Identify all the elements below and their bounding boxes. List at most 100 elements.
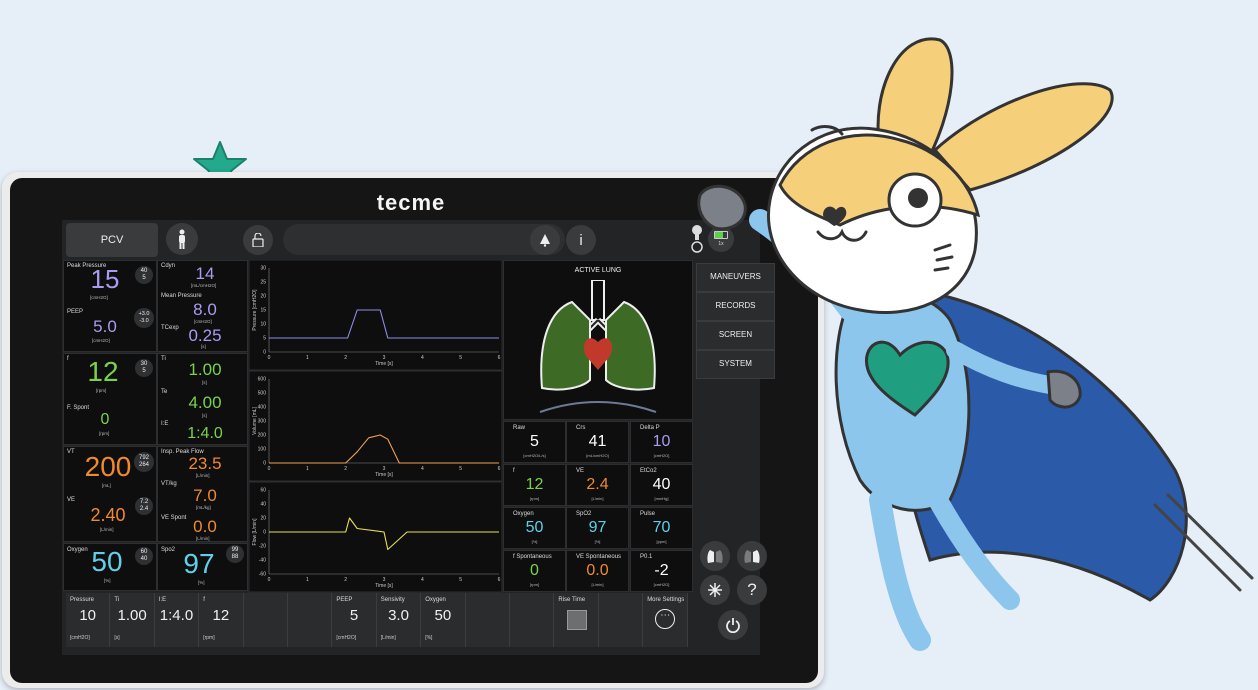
vt-limits: 792 264 [134, 452, 154, 472]
x-tick-label: 2 [344, 355, 347, 361]
waveform-charts: 0510152025300 1 2 3 4 5 6Time [s]Pressure [cmH… [249, 260, 502, 593]
metric-label: VE [576, 468, 585, 474]
mode-button[interactable]: PCV [66, 223, 158, 257]
setting-oxygen[interactable]: Oxygen 50 [%] [421, 593, 466, 647]
chart-panel [249, 481, 502, 593]
y-axis-label: Flow [L/min] [252, 518, 258, 546]
metric-label: Delta P [640, 425, 660, 431]
lock-button[interactable] [243, 225, 273, 255]
x-tick-label: 1 [306, 577, 309, 583]
setting-unit: [L/min] [380, 635, 396, 641]
peak-pressure-value: 15 [90, 264, 120, 294]
setting-i-e[interactable]: I:E 1:4.0 [154, 593, 200, 647]
x-tick-label: 0 [268, 577, 271, 583]
setting-value: 12 [212, 607, 230, 624]
x-tick-label: 2 [344, 466, 347, 472]
x-tick-label: 6 [498, 577, 501, 583]
chart-panel [249, 370, 502, 482]
setting-label: More Settings [647, 597, 685, 603]
mean-pressure-value: 8.0 [193, 300, 217, 319]
x-tick-label: 5 [459, 577, 462, 583]
oxygen-limit-low: 40 [140, 556, 148, 562]
metric-label: P0.1 [640, 554, 653, 560]
metric-value: 10 [652, 433, 671, 450]
vt-unit: [mL] [102, 483, 111, 488]
metric-value: 41 [588, 433, 607, 450]
setting-peep[interactable]: PEEP 5 [cmH2O] [332, 593, 377, 647]
metric-label: SpO2 [576, 511, 592, 517]
setting-value: 5 [349, 607, 359, 624]
setting-unit: [rpm] [203, 635, 215, 641]
info-button[interactable]: i [566, 225, 596, 255]
peep-limit-high: +3.0 [138, 311, 150, 317]
mode-label: PCV [100, 234, 124, 246]
te-unit: [s] [202, 413, 207, 418]
y-tick-label: 0 [263, 461, 266, 467]
f-limit-high: 30 [140, 361, 148, 367]
peak-pressure-limit-low: 5 [142, 275, 146, 281]
ve-limit-low: 2.4 [139, 506, 149, 512]
y-tick-label: 5 [263, 336, 266, 342]
metric-value: 40 [652, 476, 671, 493]
setting-value: 3.0 [388, 607, 409, 624]
setting-empty [598, 593, 644, 647]
y-tick-label: 500 [258, 391, 267, 397]
metric-label: Pulse [640, 511, 656, 517]
setting-sensivity[interactable]: Sensivity 3.0 [L/min] [376, 593, 422, 647]
setting-label: Pressure [70, 597, 95, 603]
setting-value: 1.00 [117, 607, 147, 624]
setting-pressure[interactable]: Pressure 10 [cmH2O] [66, 593, 111, 647]
y-axis-label: Volume [mL] [252, 406, 258, 434]
setting-more-settings[interactable]: More Settings ⋯ [643, 593, 688, 647]
x-tick-label: 4 [421, 355, 424, 361]
peep-limits: +3.0 -3.0 [134, 308, 154, 328]
setting-value: 1:4.0 [159, 607, 194, 624]
f-limit-low: 5 [142, 368, 146, 374]
tcexp-unit: [s] [201, 344, 206, 349]
ve-value: 2.40 [90, 505, 126, 525]
y-tick-label: 0 [263, 350, 266, 356]
metric-unit: [cmH2O] [653, 453, 670, 458]
metric-label: Crs [576, 425, 586, 431]
setting-f[interactable]: f 12 [rpm] [199, 593, 244, 647]
ve-spont-unit: [L/min] [196, 536, 210, 541]
more-settings-icon: ⋯ [655, 609, 676, 629]
peep-unit: [cmH2O] [92, 338, 110, 343]
y-tick-label: 400 [258, 405, 267, 411]
alarm-bar[interactable] [283, 224, 565, 255]
vt-label: VT [67, 449, 75, 455]
ie-value: 1:4.0 [187, 425, 223, 442]
cdyn-unit: [mL/cmH2O] [191, 283, 217, 288]
active-lung-title: ACTIVE LUNG [574, 267, 622, 274]
vt-kg-value: 7.0 [193, 486, 217, 505]
mean-pressure-label: Mean Pressure [161, 293, 202, 299]
metric-unit: [mL/cmH2O] [586, 453, 609, 458]
metric-label: Oxygen [513, 511, 534, 517]
metric-unit: [mmHg] [654, 496, 669, 501]
setting-unit: [cmH2O] [336, 635, 357, 641]
setting-rise-time[interactable]: Rise Time [554, 593, 599, 647]
spo2-unit: [%] [198, 580, 205, 585]
metric-value: 2.4 [586, 476, 609, 493]
peak-pressure-limit-high: 40 [140, 268, 148, 274]
metric-value: 0 [530, 562, 539, 579]
oxygen-value: 50 [91, 546, 123, 577]
alarm-button[interactable] [530, 225, 560, 255]
setting-label: f [203, 597, 205, 603]
vt-kg-label: VT/kg [161, 481, 177, 487]
y-tick-label: 20 [260, 294, 266, 300]
peep-limit-low: -3.0 [139, 318, 149, 324]
y-tick-label: 100 [258, 447, 267, 453]
setting-empty [510, 593, 555, 647]
insp-peak-flow-unit: [L/min] [196, 473, 210, 478]
patient-button[interactable] [166, 223, 198, 255]
metric-value: 50 [525, 519, 544, 536]
spo2-limits: 99 88 [226, 545, 244, 563]
metric-value: 5 [530, 433, 539, 450]
mean-pressure-unit: [cmH2O] [194, 319, 212, 324]
y-tick-label: -60 [259, 572, 266, 578]
setting-ti[interactable]: Ti 1.00 [s] [110, 593, 155, 647]
spo2-value: 97 [183, 548, 215, 579]
oxygen-limit-high: 60 [140, 549, 148, 555]
y-tick-label: 40 [260, 502, 266, 508]
